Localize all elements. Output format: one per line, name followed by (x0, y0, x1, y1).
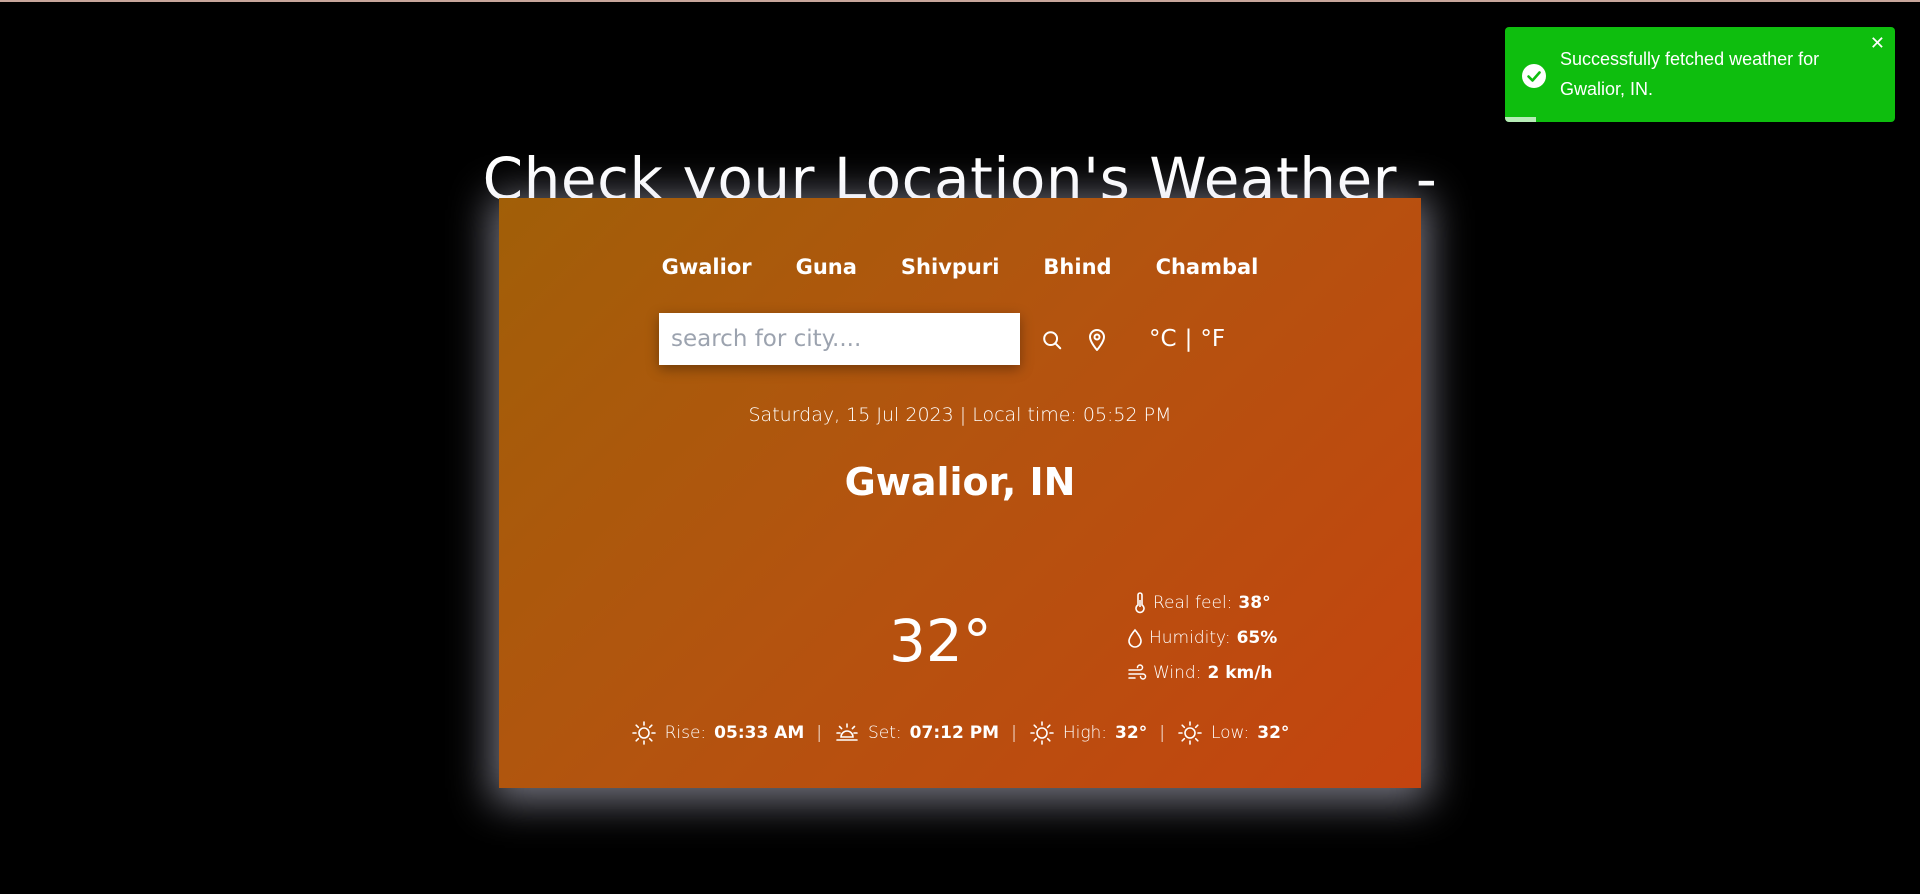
astro-separator: | (1011, 723, 1017, 743)
wind-row: Wind: 2 km/h (1127, 662, 1273, 684)
city-link-gwalior[interactable]: Gwalior (662, 253, 752, 281)
real-feel-row: Real feel: 38° (1133, 592, 1271, 614)
weather-card: Gwalior Guna Shivpuri Bhind Chambal °C |… (499, 198, 1421, 788)
search-icon[interactable] (1041, 329, 1063, 351)
high-label: High: (1062, 723, 1108, 743)
city-link-shivpuri[interactable]: Shivpuri (901, 253, 1000, 281)
unit-separator: | (1184, 326, 1193, 352)
humidity-label: Humidity: (1149, 628, 1231, 648)
city-link-chambal[interactable]: Chambal (1156, 253, 1259, 281)
location-name: Gwalior, IN (844, 460, 1076, 504)
astro-separator: | (1159, 723, 1165, 743)
set-label: Set: (868, 723, 902, 743)
check-circle-icon (1521, 63, 1547, 89)
droplet-icon (1127, 628, 1143, 648)
rise-value: 05:33 AM (714, 723, 805, 743)
toast-message: Successfully fetched weather for Gwalior… (1560, 49, 1820, 99)
astro-separator: | (816, 723, 823, 743)
low-sun-icon (1177, 720, 1203, 746)
sunset-icon (834, 720, 860, 746)
astro-row: Rise: 05:33 AM | Set: 07:12 PM | High: 3… (499, 720, 1421, 746)
real-feel-label: Real feel: (1153, 593, 1233, 613)
unit-toggle: °C | °F (1149, 324, 1225, 354)
low-value: 32° (1257, 723, 1290, 743)
city-link-bhind[interactable]: Bhind (1043, 253, 1111, 281)
wind-value: 2 km/h (1207, 663, 1273, 683)
set-value: 07:12 PM (909, 723, 1000, 743)
real-feel-value: 38° (1238, 593, 1271, 613)
thermometer-icon (1133, 592, 1147, 614)
page: Check your Location's Weather - Gwalior … (0, 0, 1920, 894)
rise-label: Rise: (664, 723, 707, 743)
sunrise-icon (631, 720, 657, 746)
location-pin-icon[interactable] (1087, 328, 1107, 352)
low-label: Low: (1210, 723, 1250, 743)
fahrenheit-button[interactable]: °F (1200, 324, 1225, 354)
high-sun-icon (1029, 720, 1055, 746)
city-link-guna[interactable]: Guna (796, 253, 857, 281)
toast-progress-bar (1505, 117, 1537, 122)
humidity-value: 65% (1236, 628, 1278, 648)
close-icon[interactable]: ✕ (1870, 33, 1885, 53)
current-temperature: 32° (889, 607, 992, 675)
wind-icon (1127, 664, 1147, 682)
local-datetime: Saturday, 15 Jul 2023 | Local time: 05:5… (748, 404, 1172, 426)
top-border (0, 0, 1920, 2)
humidity-row: Humidity: 65% (1127, 627, 1277, 649)
city-nav: Gwalior Guna Shivpuri Bhind Chambal (499, 253, 1421, 281)
success-toast: Successfully fetched weather for Gwalior… (1505, 27, 1895, 122)
celsius-button[interactable]: °C (1149, 324, 1177, 354)
search-input[interactable] (659, 313, 1020, 365)
high-value: 32° (1115, 723, 1148, 743)
wind-label: Wind: (1153, 663, 1202, 683)
